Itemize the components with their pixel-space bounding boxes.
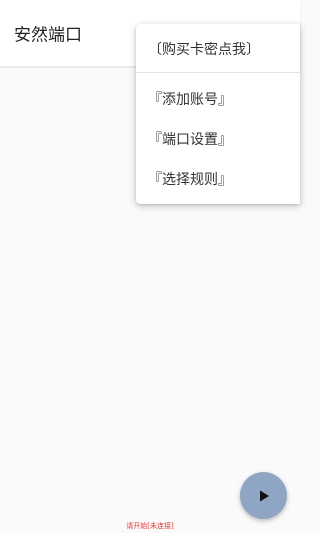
- menu-item-add-account[interactable]: 『添加账号』: [136, 79, 300, 119]
- connection-status-text: 请开始[未连接]: [126, 522, 174, 530]
- start-fab-button[interactable]: [240, 472, 287, 519]
- app-title: 安然端口: [14, 25, 82, 46]
- menu-item-port-settings[interactable]: 『端口设置』: [136, 119, 300, 159]
- menu-item-buy-card[interactable]: 〔购买卡密点我〕: [136, 29, 300, 69]
- menu-divider: [136, 72, 300, 73]
- overflow-menu: 〔购买卡密点我〕 『添加账号』 『端口设置』 『选择规则』: [136, 24, 300, 204]
- menu-item-select-rules[interactable]: 『选择规则』: [136, 159, 300, 199]
- play-icon: [259, 490, 269, 501]
